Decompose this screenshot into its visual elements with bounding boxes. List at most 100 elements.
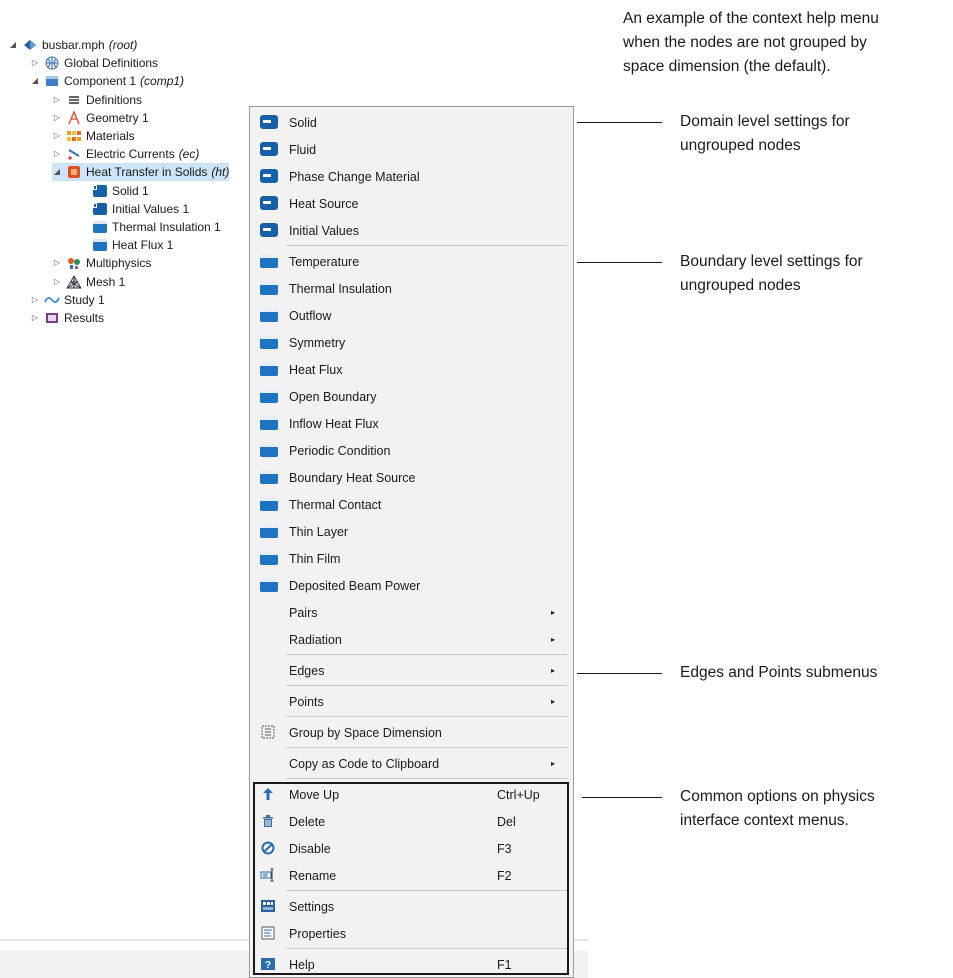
expand-closed-icon[interactable]: ▷ <box>52 145 62 163</box>
shortcut-label: Del <box>497 814 516 829</box>
tree-node-text: Study 1 <box>64 292 105 307</box>
expand-closed-icon[interactable]: ▷ <box>30 309 40 327</box>
menu-item-label: Temperature <box>289 254 360 269</box>
menu-item-label: Points <box>289 694 324 709</box>
tree-node[interactable]: Thermal Insulation 1 <box>92 218 221 236</box>
expand-open-icon[interactable]: ◢ <box>8 36 18 54</box>
domain-note-line: Domain level settings for <box>680 113 850 130</box>
boundary-feature-icon <box>260 389 278 403</box>
common-note: Common options on physics interface cont… <box>680 785 950 833</box>
menu-item-boundary[interactable]: Boundary Heat Source <box>250 464 573 491</box>
tree-node[interactable]: ▷ Results <box>30 309 104 327</box>
expand-open-icon[interactable]: ◢ <box>52 163 62 181</box>
tree-node-label: Definitions <box>86 91 142 109</box>
menu-item-label: Heat Source <box>289 196 359 211</box>
submenu-item[interactable]: Radiation ▸ <box>250 626 573 653</box>
submenu-item[interactable]: Edges ▸ <box>250 657 573 684</box>
menu-item-domain[interactable]: Phase Change Material <box>250 163 573 190</box>
menu-item-domain[interactable]: Solid <box>250 109 573 136</box>
boundary-feature-icon <box>260 254 278 268</box>
menu-item-boundary[interactable]: Deposited Beam Power <box>250 572 573 599</box>
menu-item-boundary[interactable]: Symmetry <box>250 329 573 356</box>
menu-item-common[interactable]: Disable F3 <box>250 835 573 862</box>
menu-item-label: Inflow Heat Flux <box>289 416 379 431</box>
menu-item-label: Solid <box>289 115 317 130</box>
menu-item-domain[interactable]: Fluid <box>250 136 573 163</box>
menu-item-boundary[interactable]: Open Boundary <box>250 383 573 410</box>
menu-item-boundary[interactable]: Heat Flux <box>250 356 573 383</box>
menu-item-boundary[interactable]: Outflow <box>250 302 573 329</box>
menu-item-boundary[interactable]: Thermal Contact <box>250 491 573 518</box>
submenu-arrow-icon: ▸ <box>551 759 556 768</box>
group-by-dimension-item[interactable]: Group by Space Dimension <box>250 719 573 746</box>
menu-item-boundary[interactable]: Thin Layer <box>250 518 573 545</box>
tree-node-label: Electric Currents (ec) <box>86 145 199 163</box>
tree-node[interactable]: Solid 1 <box>92 182 149 200</box>
submenu-arrow-icon: ▸ <box>551 666 556 675</box>
expand-closed-icon[interactable]: ▷ <box>30 291 40 309</box>
tree-node-text: Electric Currents <box>86 147 175 162</box>
domain-feature-icon <box>260 142 278 156</box>
tree-node-label: Component 1 (comp1) <box>64 72 184 90</box>
tree-node[interactable]: ▷ Definitions <box>52 91 142 109</box>
tree-node[interactable]: Initial Values 1 <box>92 200 189 218</box>
tree-node[interactable]: ◢ busbar.mph (root) <box>8 36 137 54</box>
menu-item-common[interactable]: Move Up Ctrl+Up <box>250 781 573 808</box>
expand-closed-icon[interactable]: ▷ <box>52 109 62 127</box>
tree-node[interactable]: ▷ Study 1 <box>30 291 105 309</box>
domain-node-icon <box>92 202 108 216</box>
menu-item-boundary[interactable]: Temperature <box>250 248 573 275</box>
expand-open-icon[interactable]: ◢ <box>30 72 40 90</box>
menu-item-boundary[interactable]: Thermal Insulation <box>250 275 573 302</box>
submenu-item[interactable]: Points ▸ <box>250 688 573 715</box>
help-item[interactable]: ? Help F1 <box>250 951 573 978</box>
tree-node[interactable]: ▷ Materials <box>52 127 135 145</box>
menu-item-domain[interactable]: Initial Values <box>250 217 573 244</box>
tree-node[interactable]: ▷ Geometry 1 <box>52 109 149 127</box>
menu-item-boundary[interactable]: Periodic Condition <box>250 437 573 464</box>
expand-closed-icon[interactable]: ▷ <box>52 254 62 272</box>
copy-code-item[interactable]: Copy as Code to Clipboard ▸ <box>250 750 573 777</box>
expand-closed-icon[interactable]: ▷ <box>52 273 62 291</box>
tree-node-label: Heat Transfer in Solids (ht) <box>86 163 229 181</box>
tree-node-label: Heat Flux 1 <box>112 236 173 254</box>
menu-item-common[interactable]: Delete Del <box>250 808 573 835</box>
boundary-feature-icon <box>260 578 278 592</box>
menu-item-boundary[interactable]: Thin Film <box>250 545 573 572</box>
menu-item-settings[interactable]: Properties <box>250 920 573 947</box>
electric-currents-icon <box>66 147 82 161</box>
menu-item-label: Settings <box>289 899 335 914</box>
menu-item-label: Boundary Heat Source <box>289 470 416 485</box>
tree-node[interactable]: ▷ Mesh 1 <box>52 273 125 291</box>
geometry-icon <box>66 110 82 125</box>
intro-line: space dimension (the default). <box>623 58 831 75</box>
tree-node[interactable]: ▷ Electric Currents (ec) <box>52 145 199 163</box>
shortcut-label: F2 <box>497 868 512 883</box>
expand-closed-icon[interactable]: ▷ <box>52 91 62 109</box>
expand-closed-icon[interactable]: ▷ <box>30 54 40 72</box>
domain-feature-icon <box>260 223 278 237</box>
submenu-item[interactable]: Pairs ▸ <box>250 599 573 626</box>
tree-node[interactable]: ◢ Component 1 (comp1) <box>30 72 184 90</box>
tree-node[interactable]: ▷ Multiphysics <box>52 254 151 272</box>
menu-item-label: Group by Space Dimension <box>289 725 442 740</box>
menu-separator <box>286 890 567 891</box>
tree-node-label: Multiphysics <box>86 254 151 272</box>
menu-item-label: Thin Layer <box>289 524 349 539</box>
expand-closed-icon[interactable]: ▷ <box>52 127 62 145</box>
menu-item-label: Fluid <box>289 142 317 157</box>
menu-item-settings[interactable]: Settings <box>250 893 573 920</box>
trash-icon <box>260 814 278 828</box>
tree-node[interactable]: ▷ Global Definitions <box>30 54 158 72</box>
menu-item-common[interactable]: Rename F2 <box>250 862 573 889</box>
tree-node-tag: (ec) <box>178 147 200 162</box>
tree-node[interactable]: Heat Flux 1 <box>92 236 173 254</box>
menu-item-boundary[interactable]: Inflow Heat Flux <box>250 410 573 437</box>
boundary-feature-icon <box>260 524 278 538</box>
menu-item-domain[interactable]: Heat Source <box>250 190 573 217</box>
menu-item-label: Open Boundary <box>289 389 377 404</box>
tree-node[interactable]: ◢ Heat Transfer in Solids (ht) <box>52 163 230 182</box>
menu-separator <box>286 948 567 949</box>
submenu-arrow-icon: ▸ <box>551 697 556 706</box>
menu-item-label: Deposited Beam Power <box>289 578 421 593</box>
